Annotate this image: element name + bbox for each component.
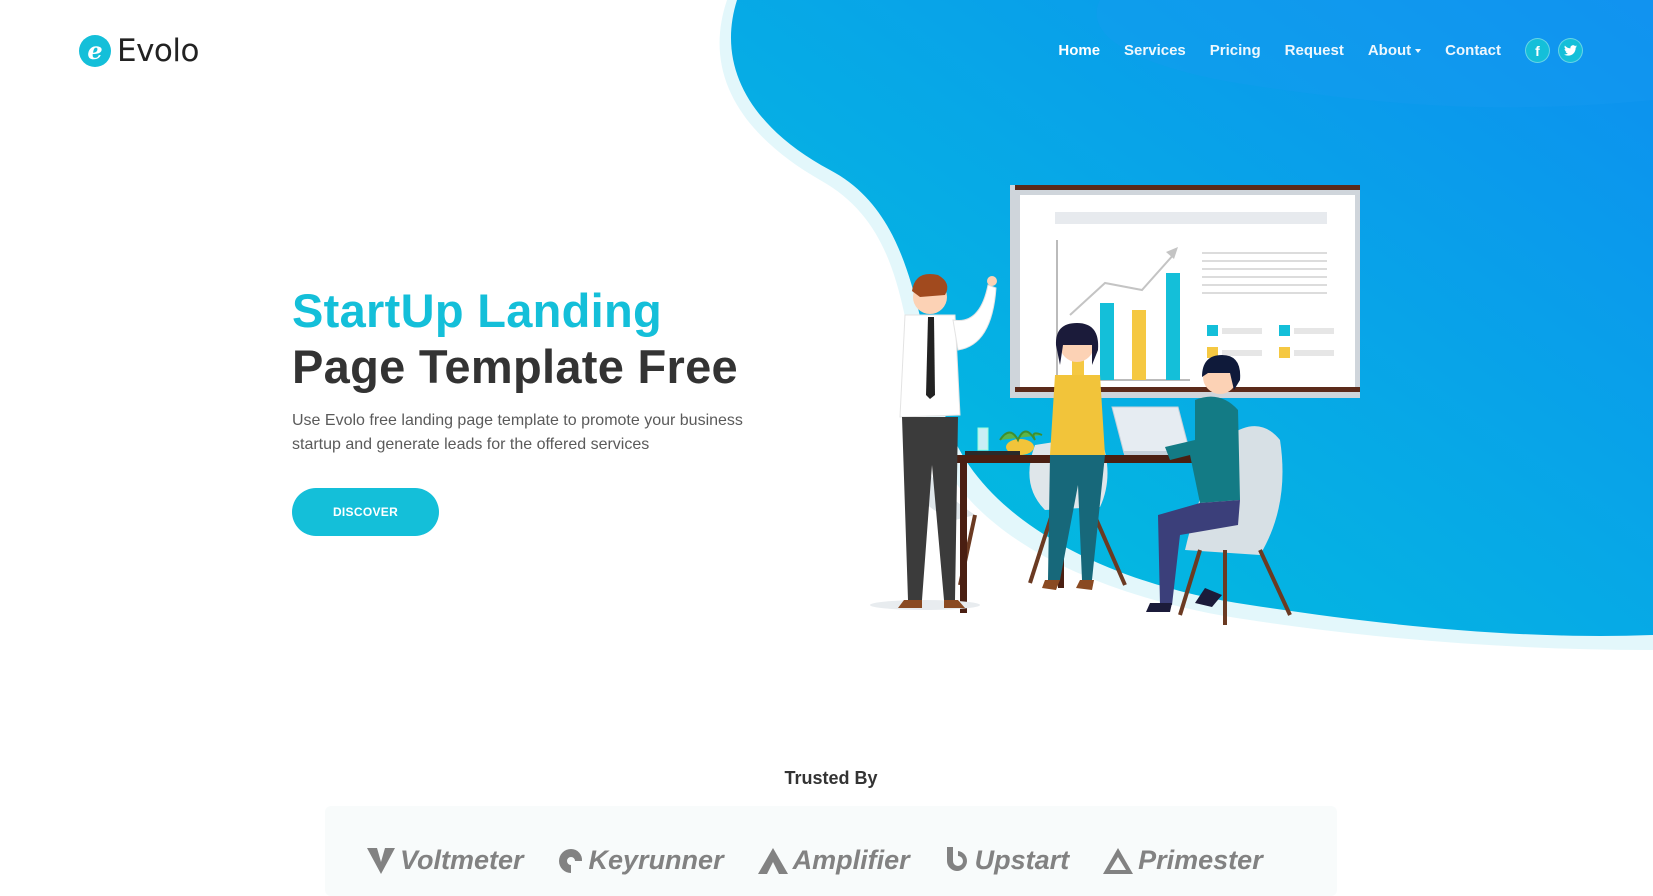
nav-request[interactable]: Request: [1285, 42, 1344, 59]
brand-name: Upstart: [974, 845, 1070, 875]
brand-logos: Voltmeter Keyrunner Amplifier Upstart Pr…: [367, 845, 1297, 876]
nav-services[interactable]: Services: [1124, 42, 1186, 59]
social-links: f: [1525, 38, 1583, 63]
logo-mark: e: [79, 35, 111, 67]
trusted-by-heading: Trusted By: [784, 768, 878, 788]
nav-about-dropdown[interactable]: About: [1367, 42, 1422, 59]
facebook-icon: f: [1535, 42, 1540, 59]
hero-copy: StartUp Landing Page Template Free Use E…: [292, 283, 772, 457]
amplifier-logo-icon: [757, 847, 788, 874]
brand-logo-primester: Primester: [1103, 845, 1263, 876]
hero-title-line2: Page Template Free: [292, 340, 738, 393]
brand-logo-upstart: Upstart: [944, 845, 1070, 876]
primester-logo-icon: [1103, 847, 1134, 874]
twitter-button[interactable]: [1558, 38, 1583, 63]
discover-button[interactable]: DISCOVER: [292, 488, 439, 536]
brand-name: Voltmeter: [400, 845, 524, 875]
twitter-icon: [1564, 45, 1577, 56]
brand-logo-voltmeter: Voltmeter: [367, 845, 524, 876]
logo-text: Evolo: [117, 33, 199, 69]
nav-contact[interactable]: Contact: [1445, 42, 1501, 59]
hero-description: Use Evolo free landing page template to …: [292, 412, 743, 453]
keyrunner-logo-icon: [558, 848, 582, 873]
hero-title-line1: StartUp Landing: [292, 284, 663, 337]
brand-logo[interactable]: e Evolo: [79, 33, 199, 69]
brand-logo-amplifier: Amplifier: [757, 845, 910, 876]
main-nav: Home Services Pricing Request About Cont…: [1034, 38, 1583, 63]
hero-background-blob: [719, 0, 1653, 650]
team-meeting-illustration: [870, 185, 1360, 625]
chevron-down-icon: [1415, 49, 1422, 54]
voltmeter-logo-icon: [367, 847, 395, 874]
nav-home[interactable]: Home: [1058, 42, 1100, 59]
brand-name: Primester: [1138, 845, 1263, 875]
facebook-button[interactable]: f: [1525, 38, 1550, 63]
brand-name: Keyrunner: [588, 845, 724, 875]
brand-name: Amplifier: [792, 845, 910, 875]
nav-about-label: About: [1367, 42, 1412, 59]
nav-pricing[interactable]: Pricing: [1210, 42, 1261, 59]
upstart-logo-icon: [946, 846, 967, 871]
brand-logo-keyrunner: Keyrunner: [558, 845, 724, 876]
